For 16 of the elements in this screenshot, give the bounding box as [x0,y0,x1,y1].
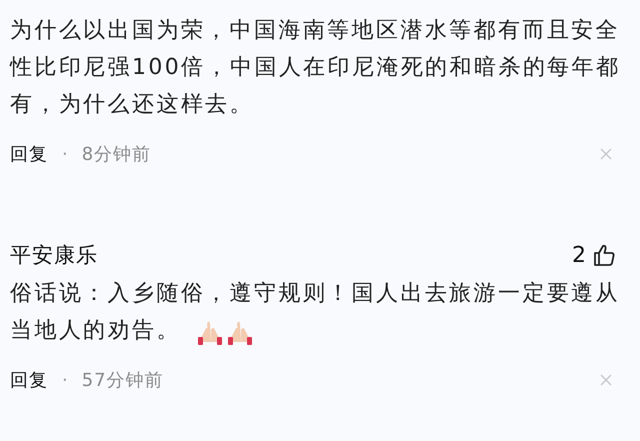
close-icon[interactable] [600,148,612,160]
thumbs-up-icon[interactable] [592,243,616,267]
comment-text: 有，为什么还这样去。 [10,91,254,119]
reply-link[interactable]: 回复 [10,368,48,392]
separator-dot: · [62,144,68,164]
comment-text: 当地人的劝告。 [10,317,181,345]
comment-text: 为什么以出国为荣，中国海南等地区潜水等都有而且安全 [10,17,620,45]
close-icon[interactable] [600,374,612,386]
reply-link[interactable]: 回复 [10,142,48,166]
timestamp: 57分钟前 [82,369,164,392]
like-count: 2 [572,242,586,268]
comment-text: 性比印尼强100倍，中国人在印尼淹死的和暗杀的每年都 [10,54,620,82]
separator-dot: · [62,370,68,390]
username: 平安康乐 [10,242,98,269]
comment-text: 俗话说：入乡随俗，遵守规则！国人出去旅游一定要遵从 [10,280,620,308]
timestamp: 8分钟前 [82,143,152,166]
